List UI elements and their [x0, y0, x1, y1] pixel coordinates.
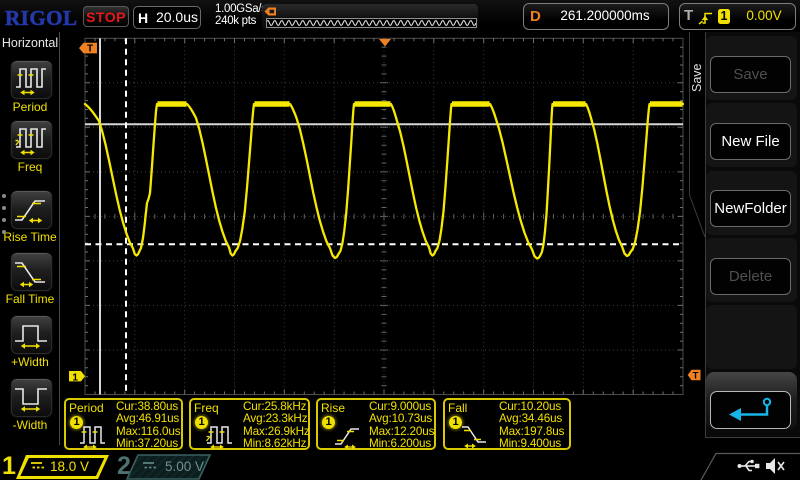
- svg-text:T: T: [693, 370, 699, 381]
- svg-text:1: 1: [72, 372, 78, 383]
- svg-text:T: T: [87, 44, 93, 55]
